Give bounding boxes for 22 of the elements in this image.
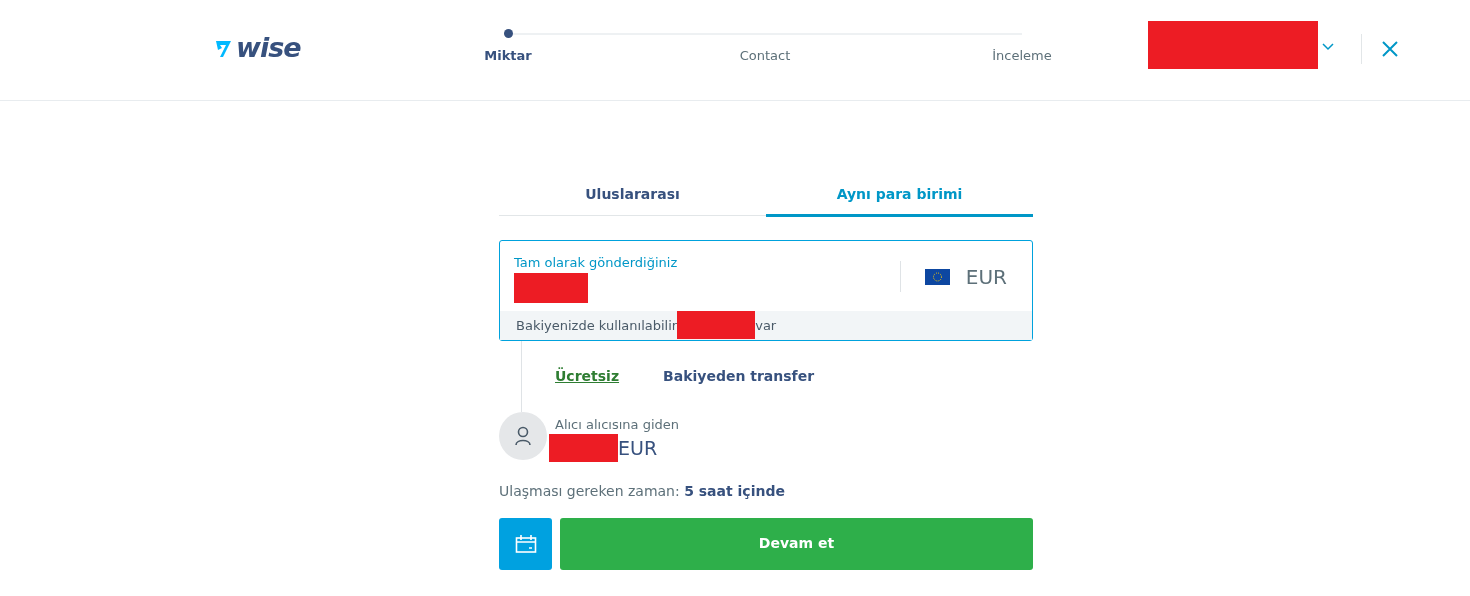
tab[interactable]: Aynı para birimi xyxy=(766,184,1033,217)
balance-text: Bakiyenizde kullanılabilir xyxy=(516,317,678,335)
tab[interactable]: Uluslararası xyxy=(499,184,766,217)
caret-icon[interactable] xyxy=(1322,43,1334,51)
logo[interactable]: wise xyxy=(236,34,301,61)
fee-amount[interactable]: Ücretsiz xyxy=(555,365,620,387)
flag-icon xyxy=(924,268,950,285)
field-label: Tam olarak gönderdiğiniz xyxy=(514,254,679,272)
schedule-button[interactable] xyxy=(499,517,552,570)
recipient-currency: EUR xyxy=(618,436,658,461)
recipient-label: Alıcı alıcısına giden xyxy=(555,415,680,434)
calendar-icon xyxy=(514,533,537,554)
step-label[interactable]: Miktar xyxy=(484,46,532,66)
fee-label: Bakiyeden transfer xyxy=(663,366,815,386)
close-button[interactable] xyxy=(1380,38,1400,59)
arrival-time: Ulaşması gereken zaman: 5 saat içinde xyxy=(499,481,786,501)
step-label[interactable]: İnceleme xyxy=(992,46,1052,66)
step-label[interactable]: Contact xyxy=(739,46,791,66)
amount-field[interactable]: Tam olarak gönderdiğiniz EUR Bakiyenizde kullanılabilir var xyxy=(499,240,1033,341)
currency-selector[interactable]: EUR xyxy=(899,261,1032,292)
balance-text: var xyxy=(755,317,777,335)
continue-button[interactable]: Devam et xyxy=(560,517,1033,570)
